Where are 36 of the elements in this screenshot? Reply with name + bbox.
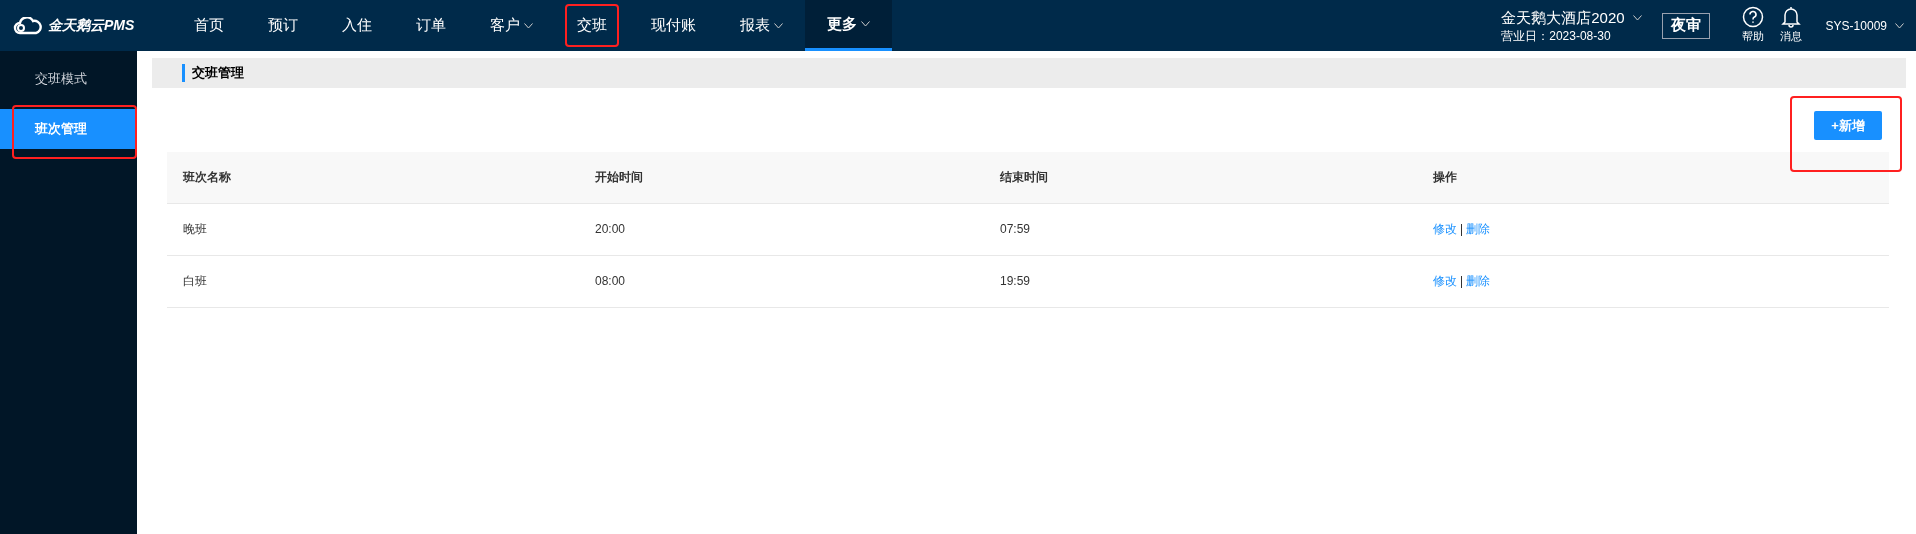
nav-tab[interactable]: 预订	[264, 8, 302, 43]
column-header: 结束时间	[1000, 170, 1048, 185]
messages-label[interactable]: 消息	[1779, 28, 1802, 45]
bell-icon[interactable]	[1780, 6, 1801, 29]
nav-tab[interactable]: 客户	[486, 8, 537, 43]
nav-tab[interactable]: 首页	[190, 8, 228, 43]
table-cell: 白班	[183, 274, 207, 288]
nav-tab[interactable]: 报表	[736, 8, 787, 43]
help-icon[interactable]	[1741, 6, 1764, 29]
night-audit-button[interactable]: 夜审	[1661, 12, 1710, 39]
table-cell: 19:59	[1000, 274, 1031, 288]
chevron-icon	[1632, 14, 1642, 21]
table-cell: 07:59	[1000, 222, 1031, 236]
column-header: 开始时间	[595, 170, 643, 185]
nav-tab[interactable]: 入住	[338, 8, 376, 43]
hotel-name[interactable]: 金天鹅大酒店2020	[1501, 7, 1625, 28]
chevron-icon	[861, 21, 870, 27]
business-day: 营业日：2023-08-30	[1501, 27, 1642, 44]
chevron-icon	[774, 22, 783, 29]
nav-tab[interactable]: 现付账	[647, 8, 700, 43]
logo-text: 金天鹅云PMS	[48, 16, 135, 35]
table-cell: 08:00	[595, 274, 626, 288]
chevron-icon	[524, 22, 533, 29]
nav-tab[interactable]: 交班	[573, 8, 611, 43]
cloud-logo-icon	[12, 16, 44, 35]
table-cell: 20:00	[595, 222, 626, 236]
nav-tab[interactable]: 订单	[412, 8, 450, 43]
table-cell: 晚班	[183, 222, 207, 236]
help-label[interactable]: 帮助	[1741, 28, 1764, 45]
user-account[interactable]: SYS-10009	[1825, 16, 1887, 35]
sidebar-item[interactable]: 交班模式	[0, 59, 137, 99]
page-title: 交班管理	[192, 64, 244, 83]
column-header: 操作	[1433, 170, 1457, 185]
chevron-icon	[1895, 22, 1904, 29]
accent-bar-icon	[182, 64, 185, 82]
column-header: 班次名称	[183, 170, 231, 185]
